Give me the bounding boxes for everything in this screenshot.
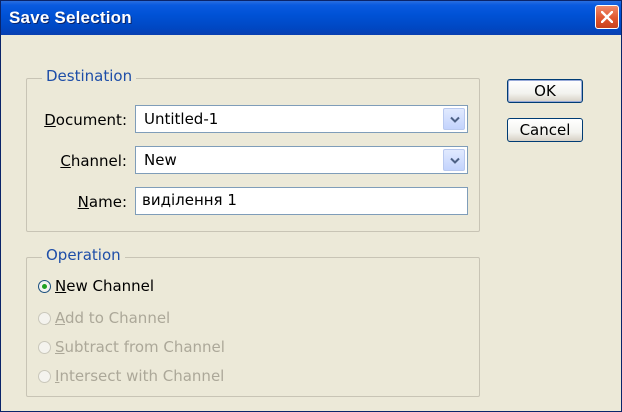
window-title: Save Selection (9, 8, 132, 27)
channel-value: New (144, 151, 177, 169)
channel-dropdown-arrow[interactable] (443, 149, 465, 171)
name-input[interactable] (142, 191, 442, 209)
radio-button[interactable] (38, 312, 51, 325)
channel-dropdown[interactable]: New (135, 146, 468, 174)
channel-label: Channel: (60, 152, 127, 170)
title-bar[interactable]: Save Selection (1, 1, 621, 35)
radio-button[interactable] (38, 370, 51, 383)
chevron-down-icon (450, 157, 460, 164)
radio-label: Subtract from Channel (55, 338, 225, 356)
name-label: Name: (77, 193, 127, 211)
chevron-down-icon (450, 116, 460, 123)
name-field[interactable] (135, 187, 468, 215)
document-label: Document: (44, 111, 127, 129)
ok-button[interactable]: OK (507, 79, 583, 103)
document-dropdown[interactable]: Untitled-1 (135, 105, 468, 133)
destination-legend: Destination (42, 67, 137, 85)
document-dropdown-arrow[interactable] (443, 108, 465, 130)
cancel-button[interactable]: Cancel (507, 118, 583, 142)
close-button[interactable] (595, 5, 619, 29)
radio-label: Add to Channel (55, 309, 171, 327)
document-value: Untitled-1 (144, 110, 219, 128)
operation-legend: Operation (42, 246, 125, 264)
radio-button[interactable] (38, 280, 51, 293)
radio-button[interactable] (38, 341, 51, 354)
save-selection-dialog: Save Selection Destination Document: Unt… (0, 0, 622, 412)
close-icon (601, 11, 613, 23)
radio-label: Intersect with Channel (55, 367, 225, 385)
radio-label: New Channel (55, 277, 155, 295)
